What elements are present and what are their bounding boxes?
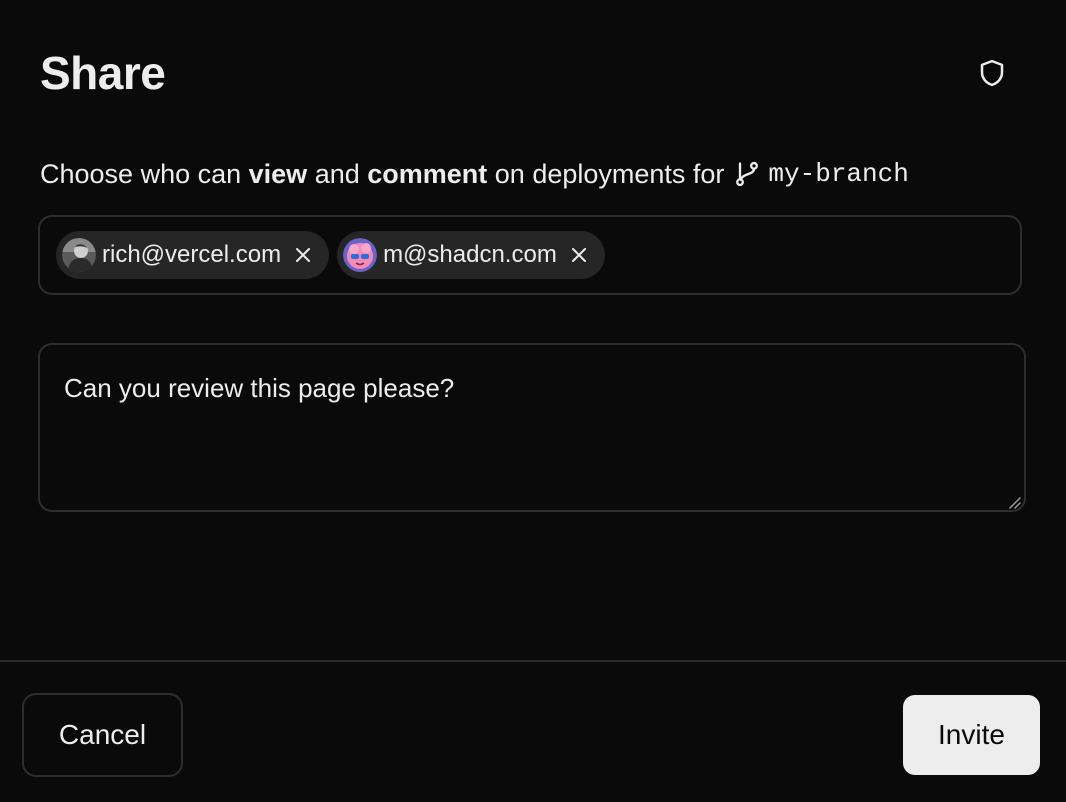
close-icon[interactable] (567, 243, 591, 267)
permission-view: view (248, 159, 308, 189)
footer-divider (0, 660, 1066, 662)
description-suffix: on deployments for (487, 159, 725, 189)
recipient-email: m@shadcn.com (383, 241, 557, 268)
close-icon[interactable] (291, 243, 315, 267)
recipient-chip: rich@vercel.com (56, 231, 330, 279)
dialog-title: Share (40, 47, 166, 99)
invite-button[interactable]: Invite (903, 695, 1040, 775)
avatar (343, 238, 378, 272)
recipients-input[interactable]: rich@vercel.com m@shadcn.com (38, 215, 1022, 295)
resize-handle-icon[interactable] (1006, 494, 1022, 510)
avatar (62, 238, 96, 272)
message-textarea[interactable]: Can you review this page please? (38, 343, 1026, 512)
share-description: Choose who can view and comment on deplo… (40, 154, 909, 194)
cancel-button[interactable]: Cancel (22, 693, 183, 777)
shield-icon[interactable] (974, 55, 1010, 91)
permission-comment: comment (367, 159, 488, 189)
recipient-chip: m@shadcn.com (337, 231, 605, 279)
branch-name: my-branch (768, 159, 909, 189)
description-middle: and (307, 159, 368, 189)
recipient-email: rich@vercel.com (102, 241, 282, 268)
description-prefix: Choose who can (40, 159, 249, 189)
share-dialog: Share Choose who can view and comment on… (0, 0, 1066, 802)
git-branch-icon (732, 159, 762, 189)
